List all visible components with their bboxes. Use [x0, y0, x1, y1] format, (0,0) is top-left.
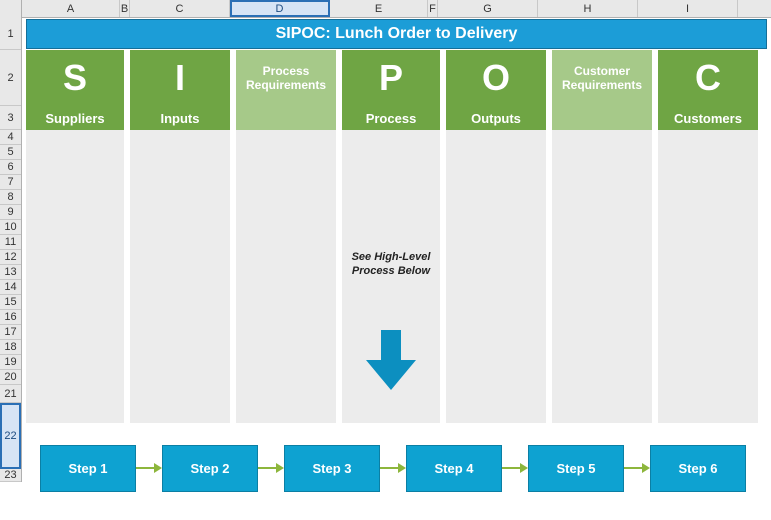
sub-customers: Customers: [658, 106, 758, 130]
row-header-10[interactable]: 10: [0, 220, 21, 235]
step-label: Step 4: [434, 461, 473, 476]
column-headers: A B C D E F G H I: [0, 0, 771, 18]
sipoc-sub-row: Suppliers Inputs Process Outputs Custome…: [22, 106, 771, 130]
step-connector-1: [136, 462, 162, 474]
step-connector-3: [380, 462, 406, 474]
content-outputs[interactable]: [446, 130, 546, 423]
col-header-i[interactable]: I: [638, 0, 738, 17]
content-suppliers[interactable]: [26, 130, 124, 423]
col-header-d[interactable]: D: [230, 0, 330, 17]
step-label: Step 1: [68, 461, 107, 476]
note-line-2: Process Below: [352, 265, 430, 277]
row-header-11[interactable]: 11: [0, 235, 21, 250]
col-header-e[interactable]: E: [330, 0, 428, 17]
content-area: See High-Level Process Below: [22, 130, 771, 423]
letter-s: S: [26, 50, 124, 106]
row-header-7[interactable]: 7: [0, 175, 21, 190]
row-header-17[interactable]: 17: [0, 325, 21, 340]
row-header-6[interactable]: 6: [0, 160, 21, 175]
sub-customer-req: [552, 106, 652, 130]
title-text: SIPOC: Lunch Order to Delivery: [276, 25, 518, 43]
col-header-h[interactable]: H: [538, 0, 638, 17]
sub-outputs: Outputs: [446, 106, 546, 130]
step-label: Step 3: [312, 461, 351, 476]
row-header-14[interactable]: 14: [0, 280, 21, 295]
letter-c: C: [658, 50, 758, 106]
step-connector-4: [502, 462, 528, 474]
row-header-2[interactable]: 2: [0, 50, 21, 106]
customer-requirements-header: Customer Requirements: [552, 50, 652, 106]
process-steps-row: Step 1 Step 2 Step 3 Step 4 Step 5 Step …: [22, 423, 771, 501]
step-box-6[interactable]: Step 6: [650, 445, 746, 492]
row-header-5[interactable]: 5: [0, 145, 21, 160]
step-connector-2: [258, 462, 284, 474]
step-label: Step 6: [678, 461, 717, 476]
row-header-16[interactable]: 16: [0, 310, 21, 325]
title-banner: SIPOC: Lunch Order to Delivery: [26, 19, 767, 49]
process-requirements-header: Process Requirements: [236, 50, 336, 106]
col-header-b[interactable]: B: [120, 0, 130, 17]
letter-i: I: [130, 50, 230, 106]
step-label: Step 2: [190, 461, 229, 476]
row-header-4[interactable]: 4: [0, 130, 21, 145]
row-header-20[interactable]: 20: [0, 370, 21, 385]
letter-p: P: [342, 50, 440, 106]
step-box-5[interactable]: Step 5: [528, 445, 624, 492]
sub-suppliers: Suppliers: [26, 106, 124, 130]
col-header-a[interactable]: A: [22, 0, 120, 17]
row-header-8[interactable]: 8: [0, 190, 21, 205]
step-label: Step 5: [556, 461, 595, 476]
row-header-15[interactable]: 15: [0, 295, 21, 310]
content-process[interactable]: See High-Level Process Below: [342, 130, 440, 423]
row-header-18[interactable]: 18: [0, 340, 21, 355]
letter-o: O: [446, 50, 546, 106]
sipoc-letter-row: S I Process Requirements P O Customer Re…: [22, 50, 771, 106]
content-process-req[interactable]: [236, 130, 336, 423]
col-header-c[interactable]: C: [130, 0, 230, 17]
sub-process: Process: [342, 106, 440, 130]
row-header-19[interactable]: 19: [0, 355, 21, 370]
step-box-1[interactable]: Step 1: [40, 445, 136, 492]
row-headers: 1 2 3 4 5 6 7 8 9 10 11 12 13 14 15 16 1…: [0, 18, 22, 482]
down-arrow-icon: [366, 330, 416, 390]
step-box-4[interactable]: Step 4: [406, 445, 502, 492]
step-box-3[interactable]: Step 3: [284, 445, 380, 492]
note-line-1: See High-Level: [352, 251, 431, 263]
row-header-1[interactable]: 1: [0, 18, 21, 50]
row-header-9[interactable]: 9: [0, 205, 21, 220]
row-header-21[interactable]: 21: [0, 385, 21, 403]
step-box-2[interactable]: Step 2: [162, 445, 258, 492]
content-customers[interactable]: [658, 130, 758, 423]
content-customer-req[interactable]: [552, 130, 652, 423]
row-header-3[interactable]: 3: [0, 106, 21, 130]
see-process-note: See High-Level Process Below: [342, 250, 440, 279]
worksheet[interactable]: SIPOC: Lunch Order to Delivery S I Proce…: [22, 18, 771, 501]
content-inputs[interactable]: [130, 130, 230, 423]
sub-process-req: [236, 106, 336, 130]
row-header-12[interactable]: 12: [0, 250, 21, 265]
select-all-corner[interactable]: [0, 0, 22, 18]
row-header-23[interactable]: 23: [0, 469, 21, 482]
sub-inputs: Inputs: [130, 106, 230, 130]
col-header-g[interactable]: G: [438, 0, 538, 17]
row-header-13[interactable]: 13: [0, 265, 21, 280]
col-header-f[interactable]: F: [428, 0, 438, 17]
step-connector-5: [624, 462, 650, 474]
row-header-22[interactable]: 22: [0, 403, 21, 469]
